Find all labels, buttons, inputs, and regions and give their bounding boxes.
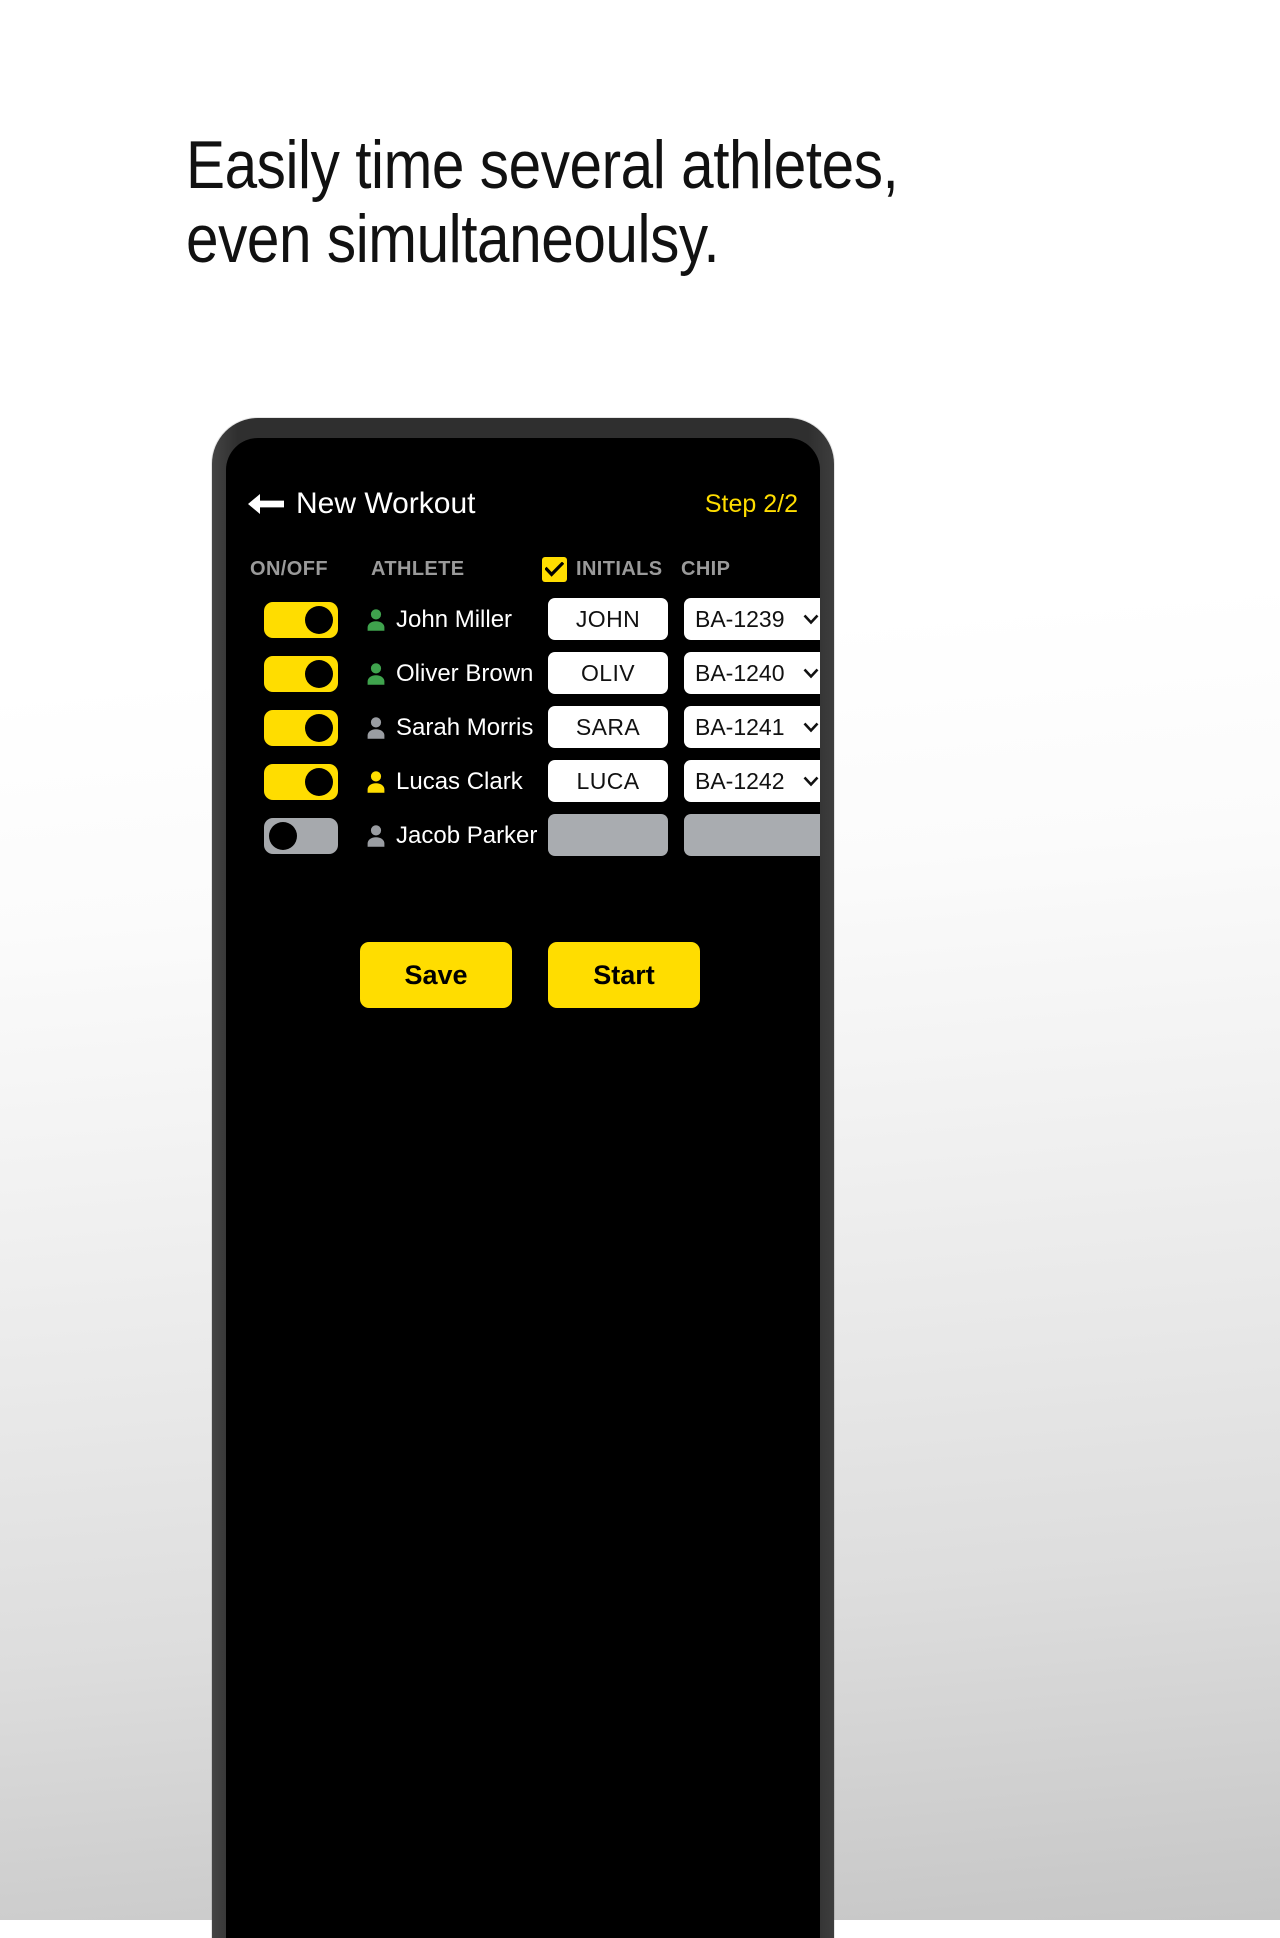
app-header: New Workout Step 2/2 [226, 474, 820, 534]
athlete-toggle[interactable] [264, 710, 338, 746]
chevron-down-icon [801, 717, 820, 737]
save-button[interactable]: Save [360, 942, 512, 1008]
page-title: New Workout [296, 487, 476, 520]
athlete-toggle[interactable] [264, 602, 338, 638]
person-icon [366, 662, 386, 686]
page-headline: Easily time several athletes, even simul… [186, 128, 926, 276]
athlete-cell[interactable]: Jacob Parker [366, 812, 537, 860]
athlete-cell[interactable]: Sarah Morris [366, 704, 533, 752]
athlete-toggle[interactable] [264, 656, 338, 692]
athlete-name: John Miller [396, 606, 513, 633]
person-icon [366, 716, 386, 740]
step-indicator: Step 2/2 [704, 489, 798, 518]
athlete-rows: John Miller JOHN BA-1239 Oliver Brown OLIV BA… [226, 596, 820, 866]
start-button[interactable]: Start [548, 942, 700, 1008]
athlete-toggle[interactable] [264, 764, 338, 800]
table-row: Lucas Clark LUCA BA-1242 [246, 758, 820, 812]
athlete-cell[interactable]: Oliver Brown [366, 650, 533, 698]
action-buttons: Save Start [226, 942, 820, 1008]
athlete-name: Lucas Clark [396, 768, 523, 795]
table-row: Sarah Morris SARA BA-1241 [246, 704, 820, 758]
athlete-toggle[interactable] [264, 818, 338, 854]
column-header-chip: CHIP [681, 558, 731, 580]
person-icon [366, 770, 386, 794]
chip-value: BA-1239 [695, 605, 785, 632]
athlete-cell[interactable]: Lucas Clark [366, 758, 523, 806]
initials-input[interactable]: SARA [548, 706, 668, 748]
toggle-knob [305, 768, 333, 796]
chip-select [684, 814, 820, 856]
athlete-name: Jacob Parker [396, 822, 538, 849]
toggle-knob [305, 660, 333, 688]
athlete-name: Sarah Morris [396, 714, 534, 741]
chip-select[interactable]: BA-1242 [684, 760, 820, 802]
table-column-headers: ON/OFF ATHLETE INITIALS CHIP [226, 556, 820, 590]
phone-mockup: New Workout Step 2/2 ON/OFF ATHLETE INIT… [212, 418, 834, 1938]
athlete-cell[interactable]: John Miller [366, 596, 512, 644]
headline-line-2: even simultaneoulsy. [186, 201, 720, 277]
person-icon [366, 608, 386, 632]
initials-checkbox[interactable] [542, 556, 567, 582]
chip-value: BA-1242 [695, 767, 785, 794]
chip-value: BA-1240 [695, 659, 785, 686]
initials-input[interactable]: LUCA [548, 760, 668, 802]
table-row: Jacob Parker [246, 812, 820, 866]
phone-screen: New Workout Step 2/2 ON/OFF ATHLETE INIT… [226, 438, 820, 1938]
chevron-down-icon [801, 771, 820, 791]
chip-select[interactable]: BA-1239 [684, 598, 820, 640]
chevron-down-icon [801, 663, 820, 683]
column-header-athlete: ATHLETE [371, 558, 465, 580]
initials-input [548, 814, 668, 856]
person-icon [366, 824, 386, 848]
athlete-name: Oliver Brown [396, 660, 534, 687]
initials-input[interactable]: JOHN [548, 598, 668, 640]
chip-value: BA-1241 [695, 713, 785, 740]
column-header-initials-label: INITIALS [576, 558, 663, 580]
chevron-down-icon [801, 609, 820, 629]
chip-select[interactable]: BA-1241 [684, 706, 820, 748]
toggle-knob [269, 822, 297, 850]
table-row: Oliver Brown OLIV BA-1240 [246, 650, 820, 704]
arrow-left-icon[interactable] [246, 489, 288, 519]
toggle-knob [305, 606, 333, 634]
chip-select[interactable]: BA-1240 [684, 652, 820, 694]
column-header-initials-group: INITIALS [542, 556, 663, 582]
initials-input[interactable]: OLIV [548, 652, 668, 694]
column-header-onoff: ON/OFF [250, 558, 328, 580]
table-row: John Miller JOHN BA-1239 [246, 596, 820, 650]
toggle-knob [305, 714, 333, 742]
headline-line-1: Easily time several athletes, [186, 127, 899, 203]
